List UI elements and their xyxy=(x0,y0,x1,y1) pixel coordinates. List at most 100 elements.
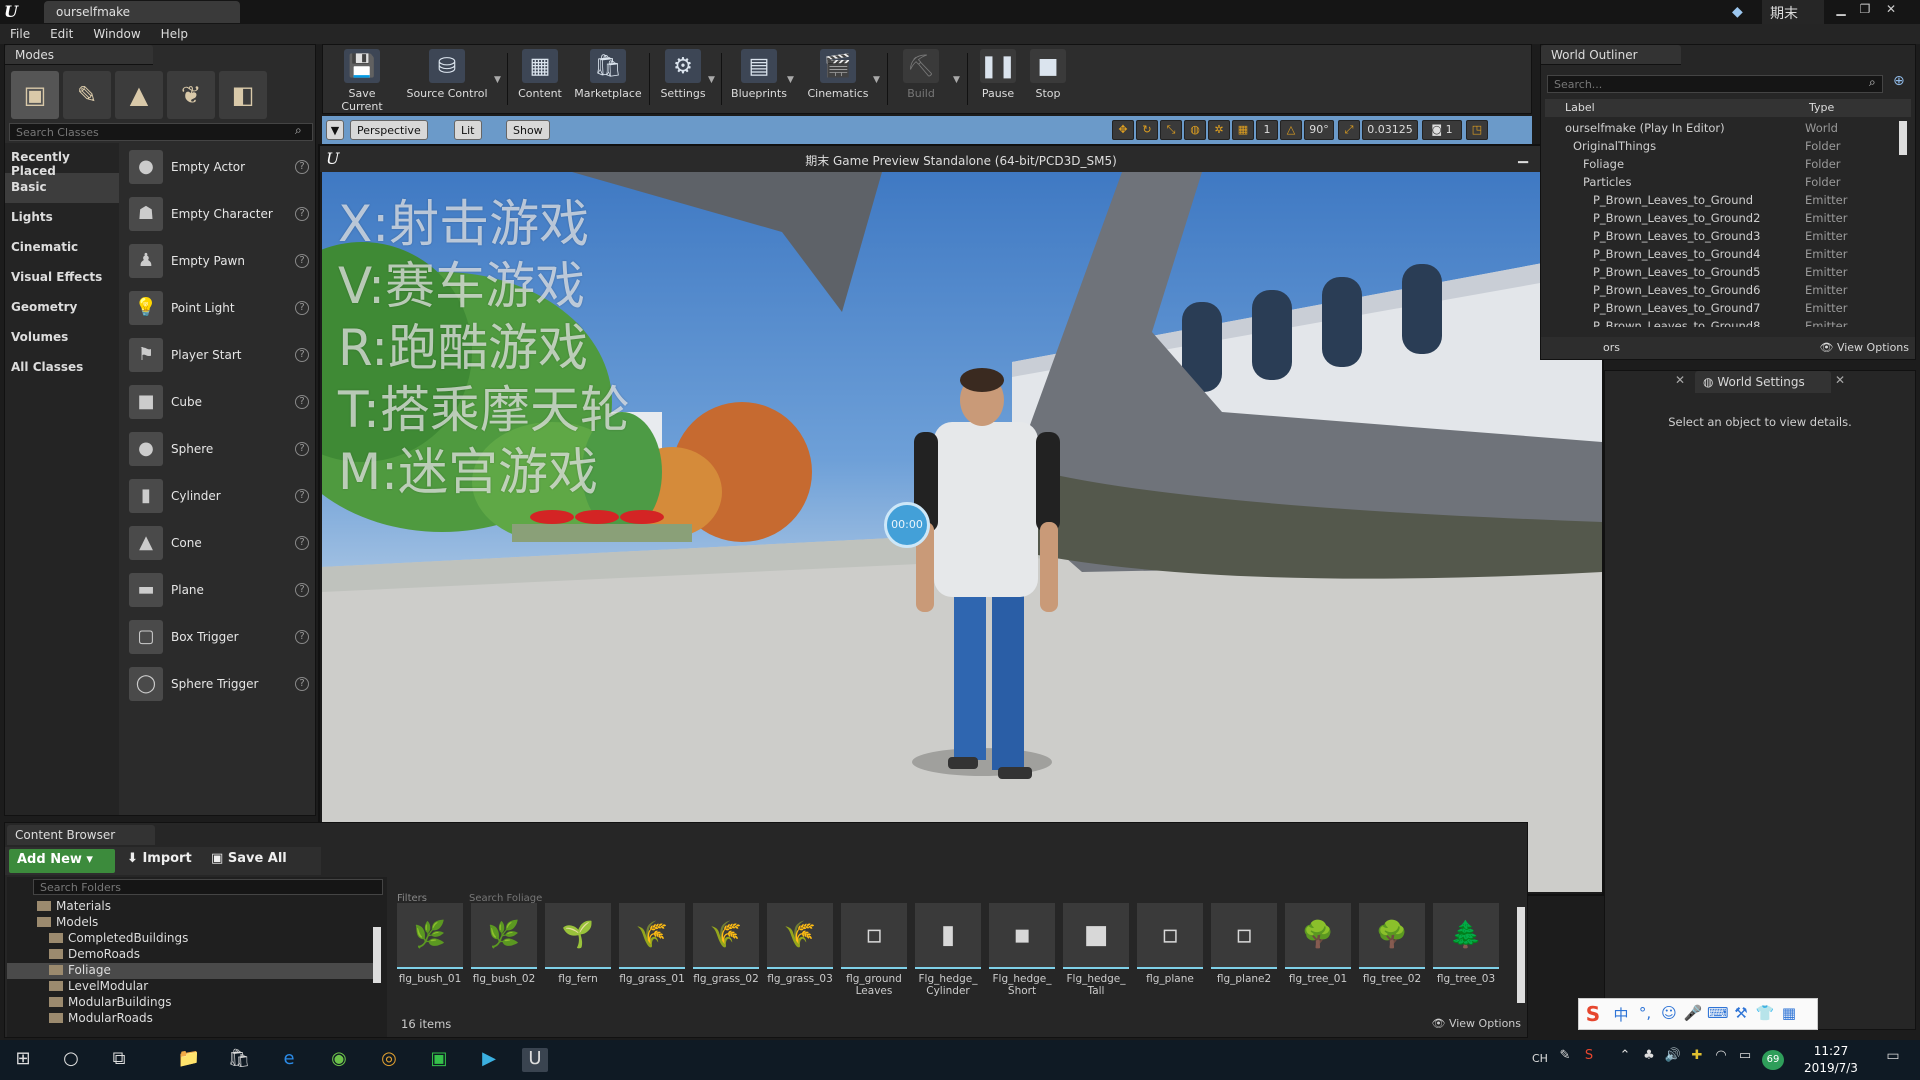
battery-icon[interactable]: ▭ xyxy=(1732,1048,1758,1072)
asset-tile[interactable]: 🌳 flg_tree_02 xyxy=(1359,903,1425,1011)
table-row[interactable]: Particles Folder xyxy=(1545,173,1905,191)
battery-percent[interactable]: 69 xyxy=(1762,1050,1784,1070)
sogou-logo-icon[interactable]: S xyxy=(1583,1002,1603,1026)
notification-icon[interactable]: ◆ xyxy=(1732,4,1743,20)
asset-tile[interactable]: 🌾 flg_grass_03 xyxy=(767,903,833,1011)
table-row[interactable]: OriginalThings Folder xyxy=(1545,137,1905,155)
minimize-icon[interactable]: ▁ xyxy=(1512,149,1534,167)
menu-file[interactable]: File xyxy=(0,24,40,44)
save-all-button[interactable]: ▣ Save All xyxy=(211,851,287,866)
pause-button[interactable]: ❚❚ Pause xyxy=(973,49,1023,109)
marketplace-button[interactable]: 🛍 Marketplace xyxy=(573,49,643,109)
category-cinematic[interactable]: Cinematic xyxy=(5,233,119,263)
geometry-mode-icon[interactable]: ◧ xyxy=(219,71,267,119)
notification-center-icon[interactable]: ▭ xyxy=(1880,1048,1906,1072)
chevron-down-icon[interactable]: ▼ xyxy=(708,75,715,85)
scale-snap-value[interactable]: 0.03125 xyxy=(1362,120,1418,140)
folder-item[interactable]: Materials xyxy=(37,899,111,915)
help-icon[interactable]: ? xyxy=(295,347,309,362)
world-settings-tab[interactable]: ◍ World Settings xyxy=(1695,371,1831,393)
viewport-options-button[interactable]: ▼ xyxy=(326,120,344,140)
asset-tile[interactable]: 🌿 flg_bush_02 xyxy=(471,903,537,1011)
perspective-button[interactable]: Perspective xyxy=(350,120,428,140)
save-current-button[interactable]: 💾 Save Current xyxy=(327,49,397,113)
close-icon[interactable]: ✕ xyxy=(1675,373,1685,387)
table-row[interactable]: P_Brown_Leaves_to_Ground6 Emitter xyxy=(1545,281,1905,299)
grid-snap-value[interactable]: 1 xyxy=(1256,120,1278,140)
folder-item-selected[interactable]: Foliage xyxy=(7,963,373,979)
punctuation-icon[interactable]: °, xyxy=(1635,1004,1655,1024)
terminal-icon[interactable]: ▣ xyxy=(426,1048,452,1072)
chevron-down-icon[interactable]: ▼ xyxy=(494,75,501,85)
list-item[interactable]: 💡 Point Light? xyxy=(123,284,315,331)
folder-scrollbar[interactable] xyxy=(373,927,381,983)
tray-app-icon[interactable]: ✚ xyxy=(1684,1048,1710,1072)
category-lights[interactable]: Lights xyxy=(5,203,119,233)
folder-item[interactable]: Models xyxy=(37,915,98,931)
stop-button[interactable]: ■ Stop xyxy=(1023,49,1073,109)
help-icon[interactable]: ? xyxy=(295,676,309,691)
asset-tile[interactable]: 🌾 flg_grass_01 xyxy=(619,903,685,1011)
close-icon[interactable]: ✕ xyxy=(1880,2,1902,20)
volume-icon[interactable]: 🔊 xyxy=(1660,1048,1686,1072)
category-volumes[interactable]: Volumes xyxy=(5,323,119,353)
asset-tile[interactable]: ▮ Flg_hedge_ Cylinder xyxy=(915,903,981,1011)
folder-item[interactable]: ModularRoads xyxy=(49,1011,153,1027)
list-item[interactable]: ▬ Plane? xyxy=(123,566,315,613)
help-icon[interactable]: ? xyxy=(295,582,309,597)
chevron-down-icon[interactable]: ▼ xyxy=(787,75,794,85)
menu-help[interactable]: Help xyxy=(151,24,198,44)
view-options-button[interactable]: 👁 View Options xyxy=(1819,341,1909,354)
foliage-mode-icon[interactable]: ❦ xyxy=(167,71,215,119)
list-item[interactable]: ♟ Empty Pawn? xyxy=(123,237,315,284)
menu-grid-icon[interactable]: ▦ xyxy=(1779,1004,1799,1024)
camera-speed[interactable]: ◙ 1 xyxy=(1422,120,1462,140)
chevron-up-icon[interactable]: ⌃ xyxy=(1612,1048,1638,1072)
help-icon[interactable]: ? xyxy=(295,206,309,221)
show-button[interactable]: Show xyxy=(506,120,550,140)
microphone-icon[interactable]: 🎤 xyxy=(1683,1004,1703,1024)
rotation-snap-value[interactable]: 90° xyxy=(1304,120,1334,140)
paint-mode-icon[interactable]: ✎ xyxy=(63,71,111,119)
toolbox-icon[interactable]: ⚒ xyxy=(1731,1004,1751,1024)
category-geometry[interactable]: Geometry xyxy=(5,293,119,323)
asset-tile[interactable]: ■ Flg_hedge_ Tall xyxy=(1063,903,1129,1011)
place-mode-icon[interactable]: ▣ xyxy=(11,71,59,119)
menu-edit[interactable]: Edit xyxy=(40,24,83,44)
player-icon[interactable]: ▶ xyxy=(476,1048,502,1072)
chevron-down-icon[interactable]: ▼ xyxy=(953,75,960,85)
scale-icon[interactable]: ⤡ xyxy=(1160,120,1182,140)
help-icon[interactable]: ? xyxy=(295,488,309,503)
search-folders-input[interactable]: Search Folders xyxy=(33,879,383,895)
list-item[interactable]: ● Sphere? xyxy=(123,425,315,472)
list-item[interactable]: ◯ Sphere Trigger? xyxy=(123,660,315,707)
category-visual-effects[interactable]: Visual Effects xyxy=(5,263,119,293)
sogou-tray-icon[interactable]: S xyxy=(1576,1048,1602,1072)
table-row[interactable]: P_Brown_Leaves_to_Ground4 Emitter xyxy=(1545,245,1905,263)
list-item[interactable]: ▢ Box Trigger? xyxy=(123,613,315,660)
surface-snap-icon[interactable]: ✲ xyxy=(1208,120,1230,140)
list-item[interactable]: ● Empty Actor? xyxy=(123,143,315,190)
file-explorer-icon[interactable]: 📁 xyxy=(176,1048,202,1072)
scale-snap-icon[interactable]: ⤢ xyxy=(1338,120,1360,140)
folder-item[interactable]: CompletedBuildings xyxy=(49,931,188,947)
keyboard-icon[interactable]: ⌨ xyxy=(1707,1004,1729,1024)
list-item[interactable]: ☗ Empty Character? xyxy=(123,190,315,237)
close-icon[interactable]: ✕ xyxy=(1835,373,1845,387)
skin-icon[interactable]: 👕 xyxy=(1755,1004,1775,1024)
import-button[interactable]: ⬇ Import xyxy=(127,851,192,866)
grid-icon[interactable]: ▦ xyxy=(1232,120,1254,140)
edge-icon[interactable]: e xyxy=(276,1048,302,1072)
minimize-icon[interactable]: ▁ xyxy=(1830,2,1852,20)
category-all-classes[interactable]: All Classes xyxy=(5,353,119,383)
content-button[interactable]: ▦ Content xyxy=(513,49,567,109)
help-icon[interactable]: ? xyxy=(295,629,309,644)
folder-item[interactable]: LevelModular xyxy=(49,979,148,995)
asset-tile[interactable]: 🌳 flg_tree_01 xyxy=(1285,903,1351,1011)
clock[interactable]: 11:27 2019/7/3 xyxy=(1795,1043,1867,1077)
maximize-viewport-icon[interactable]: ◳ xyxy=(1466,120,1488,140)
table-row[interactable]: P_Brown_Leaves_to_Ground5 Emitter xyxy=(1545,263,1905,281)
source-control-button[interactable]: ⛁ Source Control xyxy=(405,49,489,109)
asset-tile[interactable]: ▫ flg_ground Leaves xyxy=(841,903,907,1011)
cb-view-options-button[interactable]: 👁 View Options xyxy=(1431,1017,1521,1030)
